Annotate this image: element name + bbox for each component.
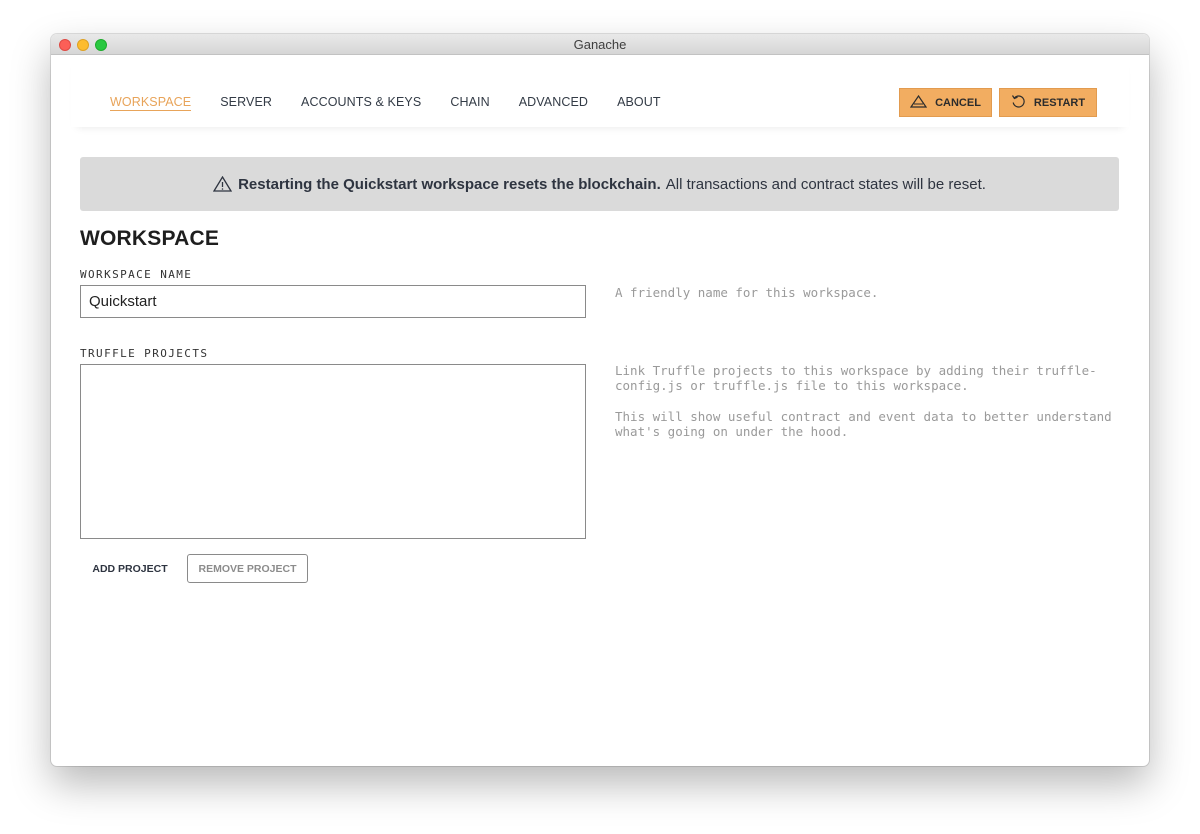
- restart-warning-banner: Restarting the Quickstart workspace rese…: [80, 157, 1119, 211]
- workspace-name-help: A friendly name for this workspace.: [615, 285, 879, 300]
- tab-accounts-keys[interactable]: ACCOUNTS & KEYS: [301, 95, 421, 111]
- add-project-button[interactable]: ADD PROJECT: [85, 555, 175, 583]
- title-bar: Ganache: [51, 34, 1149, 55]
- settings-tabs: WORKSPACE SERVER ACCOUNTS & KEYS CHAIN A…: [110, 95, 690, 111]
- tab-server[interactable]: SERVER: [220, 95, 272, 111]
- truffle-projects-help-1: Link Truffle projects to this workspace …: [615, 363, 1097, 393]
- settings-top-bar: WORKSPACE SERVER ACCOUNTS & KEYS CHAIN A…: [71, 55, 1129, 127]
- tab-advanced[interactable]: ADVANCED: [519, 95, 588, 111]
- banner-text: All transactions and contract states wil…: [665, 175, 986, 193]
- remove-project-button[interactable]: REMOVE PROJECT: [187, 554, 308, 583]
- truffle-projects-label: TRUFFLE PROJECTS: [80, 347, 209, 360]
- banner-bold-text: Restarting the Quickstart workspace rese…: [238, 175, 661, 193]
- window-title: Ganache: [573, 37, 627, 52]
- workspace-name-label: WORKSPACE NAME: [80, 268, 193, 281]
- section-title: WORKSPACE: [80, 227, 220, 250]
- tab-chain[interactable]: CHAIN: [450, 95, 489, 111]
- tab-workspace[interactable]: WORKSPACE: [110, 95, 192, 111]
- app-window: Ganache WORKSPACE SERVER ACCOUNTS & KEYS…: [51, 34, 1149, 766]
- truffle-projects-help-2: This will show useful contract and event…: [615, 409, 1112, 439]
- restart-button[interactable]: RESTART: [999, 88, 1097, 117]
- tab-about[interactable]: ABOUT: [617, 95, 661, 111]
- restart-button-label: RESTART: [1033, 96, 1086, 109]
- cancel-button-label: CANCEL: [935, 96, 981, 109]
- cancel-button[interactable]: CANCEL: [899, 88, 992, 117]
- truffle-projects-list[interactable]: [80, 364, 586, 539]
- restart-arrow-icon: [1011, 94, 1026, 112]
- warning-triangle-icon: [213, 176, 233, 192]
- warning-triangle-icon: [909, 94, 928, 111]
- workspace-name-input[interactable]: Quickstart: [80, 285, 586, 318]
